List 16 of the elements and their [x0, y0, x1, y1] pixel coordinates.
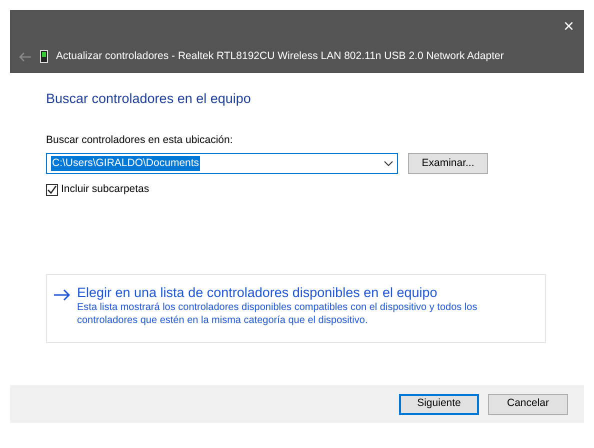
include-subfolders-checkbox[interactable] [46, 184, 58, 196]
command-link[interactable] [46, 274, 546, 343]
location-combo[interactable]: C:\Users\GIRALDO\Documents [46, 152, 398, 174]
close-button[interactable]: × [561, 13, 576, 39]
page-heading: Buscar controladores en el equipo [46, 91, 252, 108]
dialog-button[interactable]: Cancelar [488, 394, 568, 414]
dialog-button[interactable]: Siguiente [399, 394, 479, 414]
window-title: Actualizar controladores - Realtek RTL8192CU Wireless LAN 802.11n USB 2.0 Network Adapter [56, 49, 504, 64]
dropdown-caret-icon [384, 160, 393, 166]
checkbox-label: Incluir subcarpetas [61, 182, 150, 197]
command-link-description: Esta lista mostrará los controladores disponibles compatibles con el dispositivo y todos los controladores que estén en la misma categoría que el dispositivo. [77, 300, 478, 328]
arrow-icon [53, 288, 71, 301]
network-adapter-icon [40, 50, 48, 64]
browse-button[interactable]: Examinar... [408, 152, 488, 174]
location-label: Buscar controladores en esta ubicación: [46, 133, 234, 148]
command-link-title: Elegir en una lista de controladores disponibles en el equipo [77, 286, 438, 301]
